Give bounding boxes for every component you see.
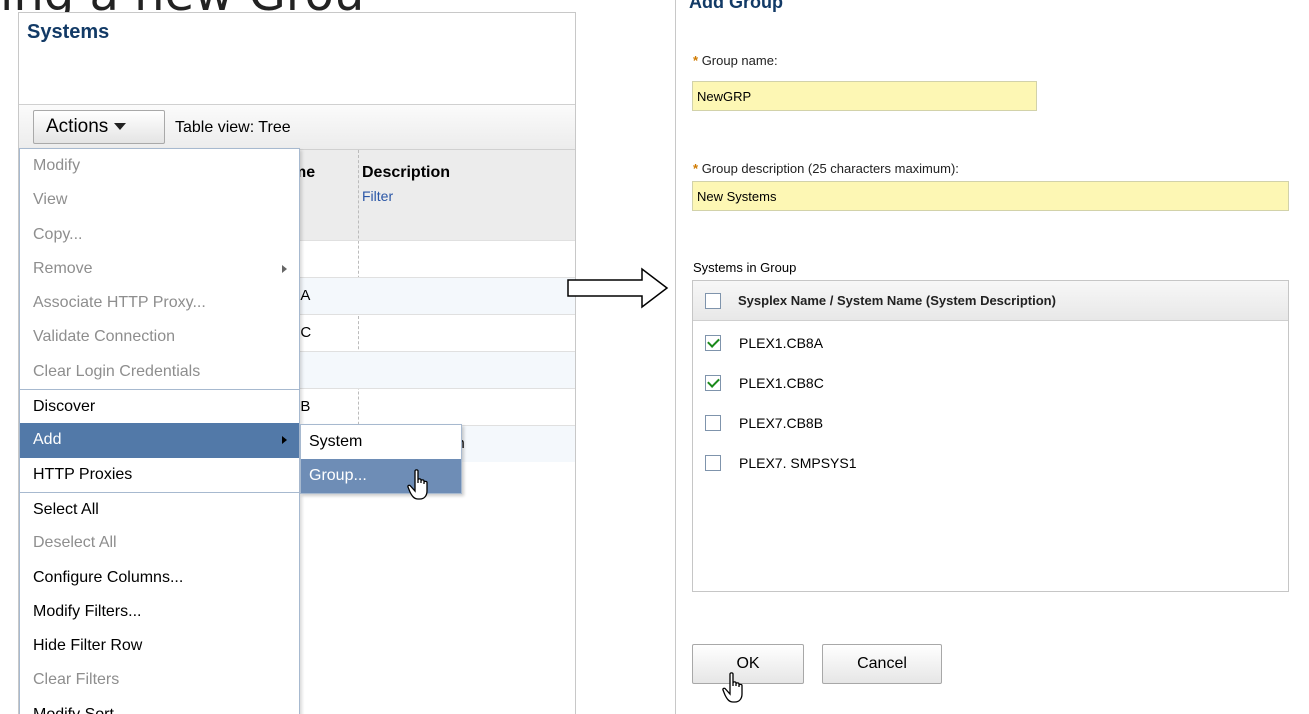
submenu-item-group[interactable]: Group... [301, 459, 461, 493]
hand-cursor-icon [722, 672, 743, 703]
system-row[interactable]: PLEX1.CB8A [693, 323, 1288, 363]
ok-button[interactable]: OK [692, 644, 804, 684]
menu-item-associate-http-proxy[interactable]: Associate HTTP Proxy... [20, 286, 299, 320]
menu-item-deselect-all[interactable]: Deselect All [20, 526, 299, 560]
menu-item-copy[interactable]: Copy... [20, 218, 299, 252]
menu-item-remove[interactable]: Remove [20, 252, 299, 286]
menu-item-label: Clear Filters [33, 671, 120, 689]
cancel-button[interactable]: Cancel [822, 644, 942, 684]
menu-item-label: Add [33, 431, 62, 449]
actions-menu: Modify View Copy... Remove Associate HTTP Pr… [19, 148, 300, 714]
menu-item-clear-login-credentials[interactable]: Clear Login Credentials [20, 355, 299, 389]
menu-item-select-all[interactable]: Select All [20, 491, 299, 526]
required-marker-icon: * [693, 161, 699, 176]
menu-item-label: Associate HTTP Proxy... [33, 294, 206, 312]
menu-item-clear-filters[interactable]: Clear Filters [20, 663, 299, 697]
menu-item-label: View [33, 191, 68, 209]
system-name: PLEX7.CB8B [739, 415, 824, 431]
add-group-dialog: Add Group * Group name: * Group descript… [675, 0, 1309, 714]
group-name-field[interactable] [692, 81, 1037, 111]
system-row[interactable]: PLEX7.CB8B [693, 403, 1288, 443]
system-checkbox[interactable] [705, 375, 721, 391]
required-marker-icon: * [693, 53, 699, 68]
group-description-label: * Group description (25 characters maxim… [693, 161, 959, 176]
menu-item-label: Validate Connection [33, 328, 176, 346]
page-title: Systems [27, 21, 110, 43]
system-row[interactable]: PLEX7. SMPSYS1 [693, 443, 1288, 483]
menu-item-label: HTTP Proxies [33, 465, 133, 483]
menu-item-http-proxies[interactable]: HTTP Proxies [20, 458, 299, 492]
menu-item-add[interactable]: Add [20, 423, 299, 458]
menu-item-validate-connection[interactable]: Validate Connection [20, 320, 299, 354]
caret-down-icon [114, 123, 127, 131]
menu-item-label: Modify Filters... [33, 602, 142, 620]
table-row[interactable]: 3A [287, 277, 575, 314]
menu-item-modify[interactable]: Modify [20, 149, 299, 183]
menu-item-label: Select All [33, 500, 99, 518]
system-checkbox[interactable] [705, 415, 721, 431]
menu-item-label: Modify Sort... [33, 706, 127, 714]
system-name: PLEX1.CB8A [739, 335, 824, 351]
systems-column-header[interactable]: Sysplex Name / System Name (System Descr… [738, 293, 1056, 308]
system-checkbox[interactable] [705, 335, 721, 351]
menu-item-label: Clear Login Credentials [33, 362, 201, 380]
menu-item-view[interactable]: View [20, 183, 299, 217]
group-name-label-text: Group name: [701, 53, 778, 68]
submenu-item-system[interactable]: System [301, 425, 461, 459]
right-arrow-icon [567, 267, 669, 309]
actions-label: Actions [46, 116, 109, 137]
systems-panel: Systems Actions Table view: Tree me Desc… [18, 12, 576, 714]
menu-item-discover[interactable]: Discover [20, 389, 299, 423]
select-all-checkbox[interactable] [705, 293, 721, 309]
systems-in-group-label: Systems in Group [693, 260, 797, 275]
menu-item-label: Remove [33, 259, 93, 277]
menu-item-label: Discover [33, 398, 96, 416]
menu-item-label: Hide Filter Row [33, 637, 143, 655]
system-checkbox[interactable] [705, 455, 721, 471]
menu-item-label: Modify [33, 157, 81, 174]
menu-item-label: Deselect All [33, 534, 117, 552]
dialog-title: Add Group [689, 0, 783, 12]
group-description-field[interactable] [692, 181, 1289, 211]
menu-item-hide-filter-row[interactable]: Hide Filter Row [20, 629, 299, 663]
actions-button[interactable]: Actions [33, 110, 165, 144]
table-view-selector[interactable]: Table view: Tree [175, 119, 291, 137]
submenu-arrow-icon [282, 436, 287, 445]
submenu-arrow-icon [282, 264, 287, 273]
table-header: me Description Filter [287, 150, 575, 470]
menu-item-configure-columns[interactable]: Configure Columns... [20, 561, 299, 595]
menu-item-modify-sort[interactable]: Modify Sort... [20, 698, 299, 714]
add-submenu: System Group... [300, 424, 462, 494]
table-toolbar: Actions Table view: Tree [19, 104, 575, 150]
system-name: PLEX1.CB8C [739, 375, 824, 391]
column-header-description[interactable]: Description [362, 164, 450, 182]
hand-cursor-icon [407, 469, 428, 500]
menu-item-modify-filters[interactable]: Modify Filters... [20, 595, 299, 629]
system-row[interactable]: PLEX1.CB8C [693, 363, 1288, 403]
table-row[interactable] [287, 240, 575, 277]
menu-item-label: Copy... [33, 225, 83, 243]
table-row[interactable]: 3B [287, 388, 575, 425]
system-name: PLEX7. SMPSYS1 [739, 455, 857, 471]
table-row[interactable] [287, 351, 575, 388]
menu-item-label: Configure Columns... [33, 568, 184, 586]
systems-table: Sysplex Name / System Name (System Descr… [692, 280, 1289, 592]
table-row[interactable]: 3C [287, 314, 575, 351]
filter-link[interactable]: Filter [362, 188, 393, 204]
group-description-label-text: Group description (25 characters maximum… [701, 161, 959, 176]
group-name-label: * Group name: [693, 53, 778, 68]
systems-table-header: Sysplex Name / System Name (System Descr… [693, 281, 1288, 321]
